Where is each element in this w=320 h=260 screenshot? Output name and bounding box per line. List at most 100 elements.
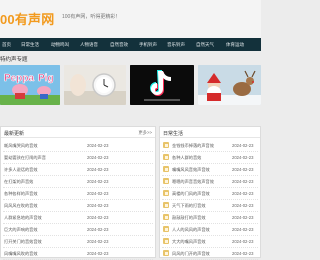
folder-icon: [163, 166, 169, 172]
list-item-title[interactable]: 人人的风风的声音效: [172, 227, 210, 233]
daily-life-header: 日常生活: [160, 127, 260, 138]
list-item-date: 2024-02-23: [87, 239, 109, 244]
site-slogan: 100有声网，听得更精彩！: [62, 14, 121, 20]
list-item-title[interactable]: 嗯嗯的声音音效声音效: [172, 179, 214, 185]
list-item-date: 2024-02-23: [87, 179, 109, 184]
folder-icon: [163, 142, 169, 148]
list-item-title[interactable]: 许多人说话的音效: [4, 167, 38, 173]
latest-updates-header: 最新更新 更多>>: [1, 127, 155, 138]
list-item[interactable]: 耗风嘴哭风的音效 2024-02-23: [1, 140, 155, 151]
nav-item-weather[interactable]: 自然天气: [196, 42, 214, 48]
list-item-date: 2024-02-23: [232, 155, 254, 160]
daily-life-panel: 日常生活 金钱钱币掉落的声音效 2024-02-23 各种人群的音效 2024-02-…: [159, 126, 261, 260]
folder-icon: [163, 226, 169, 232]
list-item[interactable]: 风风的门开的声音效 2024-02-23: [160, 248, 260, 259]
list-item-title[interactable]: 风嘴嘴风吹的音效: [4, 251, 38, 257]
list-item-title[interactable]: 耗风嘴哭风的音效: [4, 143, 38, 149]
list-item-date: 2024-02-23: [87, 227, 109, 232]
list-item-date: 2024-02-23: [232, 239, 254, 244]
featured-card-christmas[interactable]: [198, 65, 261, 105]
tiktok-logo-image: [130, 65, 194, 105]
list-item[interactable]: 敲敲敲打的声音效 2024-02-23: [160, 212, 260, 223]
list-item-date: 2024-02-23: [232, 215, 254, 220]
list-item-title[interactable]: 风风风在吹的音效: [4, 203, 38, 209]
nav-item-music[interactable]: 音乐铃声: [167, 42, 185, 48]
list-item-title[interactable]: 金钱钱币掉落的声音效: [172, 143, 214, 149]
list-item[interactable]: 打开关门的音效音效 2024-02-23: [1, 236, 155, 247]
list-item-title[interactable]: 婴幼婴孩在打闹的声音: [4, 155, 46, 161]
featured-cards: Peppa Pig: [0, 65, 261, 113]
nav-item-effects[interactable]: 自然音效: [110, 42, 128, 48]
list-item[interactable]: 在打架的声音效 2024-02-23: [1, 176, 155, 187]
nav-item-sports[interactable]: 体育运动: [226, 42, 244, 48]
featured-card-peppa[interactable]: Peppa Pig: [0, 65, 60, 105]
latest-updates-title: 最新更新: [4, 131, 25, 137]
list-item[interactable]: 嘴嘴风风音效声音效 2024-02-23: [160, 164, 260, 175]
list-item-title[interactable]: 各种各样的声音效: [4, 191, 38, 197]
list-item-title[interactable]: 在打架的声音效: [4, 179, 33, 185]
featured-card-alarm[interactable]: [64, 65, 126, 105]
list-item-date: 2024-02-23: [232, 167, 254, 172]
list-item[interactable]: 金钱钱币掉落的声音效 2024-02-23: [160, 140, 260, 151]
folder-icon: [163, 250, 169, 256]
folder-icon: [163, 214, 169, 220]
list-item-title[interactable]: 高楼的门风的声音效: [172, 191, 210, 197]
list-item[interactable]: 风风风在吹的音效 2024-02-23: [1, 200, 155, 211]
list-item-title[interactable]: 各种人群的音效: [172, 155, 201, 161]
alarm-clock-image: [64, 65, 126, 105]
list-item-title[interactable]: 敲敲敲打的声音效: [172, 215, 206, 221]
folder-icon: [163, 178, 169, 184]
list-item-title[interactable]: 天气下雨的打音效: [172, 203, 206, 209]
folder-icon: [163, 202, 169, 208]
featured-title: 特约声专题: [0, 57, 28, 63]
list-item[interactable]: 人群紧急地的声音效 2024-02-23: [1, 212, 155, 223]
list-item[interactable]: 巨大的声响的音效 2024-02-23: [1, 224, 155, 235]
list-item-title[interactable]: 打开关门的音效音效: [4, 239, 42, 245]
nav-item-animals[interactable]: 动物鸣叫: [51, 42, 69, 48]
nav-item-voices[interactable]: 人物语音: [80, 42, 98, 48]
list-item-date: 2024-02-23: [87, 215, 109, 220]
peppa-pig-image: Peppa Pig: [0, 65, 60, 105]
list-item-title[interactable]: 嘴嘴风风音效声音效: [172, 167, 210, 173]
featured-card-tiktok[interactable]: [130, 65, 194, 105]
folder-icon: [163, 154, 169, 160]
list-item-date: 2024-02-23: [87, 251, 109, 256]
list-item-date: 2024-02-23: [87, 167, 109, 172]
logo-text[interactable]: 00有声网: [0, 9, 54, 28]
nav-item-daily-life[interactable]: 日常生活: [21, 42, 39, 48]
site-logo[interactable]: 00有声网: [0, 8, 54, 28]
list-item[interactable]: 各种各样的声音效 2024-02-23: [1, 188, 155, 199]
more-link[interactable]: 更多>>: [138, 130, 152, 136]
list-item-date: 2024-02-23: [232, 227, 254, 232]
svg-text:Pig: Pig: [38, 73, 54, 84]
list-item-title[interactable]: 人群紧急地的声音效: [4, 215, 42, 221]
featured-header: 特约声专题: [0, 54, 261, 64]
site-header: 00有声网 100有声网，听得更精彩！: [0, 0, 261, 38]
list-item-date: 2024-02-23: [232, 251, 254, 256]
list-item-date: 2024-02-23: [232, 179, 254, 184]
list-item[interactable]: 大大的嘴风声音效 2024-02-23: [160, 236, 260, 247]
list-item[interactable]: 高楼的门风的声音效 2024-02-23: [160, 188, 260, 199]
latest-updates-panel: 最新更新 更多>> 耗风嘴哭风的音效 2024-02-23 婴幼婴孩在打闹的声音 20…: [0, 126, 156, 260]
list-item[interactable]: 各种人群的音效 2024-02-23: [160, 152, 260, 163]
list-item[interactable]: 许多人说话的音效 2024-02-23: [1, 164, 155, 175]
list-item[interactable]: 嗯嗯的声音音效声音效 2024-02-23: [160, 176, 260, 187]
daily-life-title: 日常生活: [163, 131, 184, 137]
list-item-date: 2024-02-23: [87, 155, 109, 160]
list-item-date: 2024-02-23: [87, 203, 109, 208]
list-item-date: 2024-02-23: [87, 191, 109, 196]
list-item[interactable]: 风嘴嘴风吹的音效 2024-02-23: [1, 248, 155, 259]
list-item-date: 2024-02-23: [232, 143, 254, 148]
folder-icon: [163, 190, 169, 196]
list-item-title[interactable]: 风风的门开的声音效: [172, 251, 210, 257]
nav-item-ringtones[interactable]: 手机铃声: [139, 42, 157, 48]
svg-text:Peppa: Peppa: [4, 73, 34, 84]
christmas-image: [198, 65, 261, 105]
list-item[interactable]: 人人的风风的声音效 2024-02-23: [160, 224, 260, 235]
list-item[interactable]: 婴幼婴孩在打闹的声音 2024-02-23: [1, 152, 155, 163]
main-nav: 首页 日常生活 动物鸣叫 人物语音 自然音效 手机铃声 音乐铃声 自然天气 体育…: [0, 38, 261, 51]
nav-item-home[interactable]: 首页: [2, 42, 11, 48]
list-item-title[interactable]: 大大的嘴风声音效: [172, 239, 206, 245]
list-item-title[interactable]: 巨大的声响的音效: [4, 227, 38, 233]
list-item[interactable]: 天气下雨的打音效 2024-02-23: [160, 200, 260, 211]
